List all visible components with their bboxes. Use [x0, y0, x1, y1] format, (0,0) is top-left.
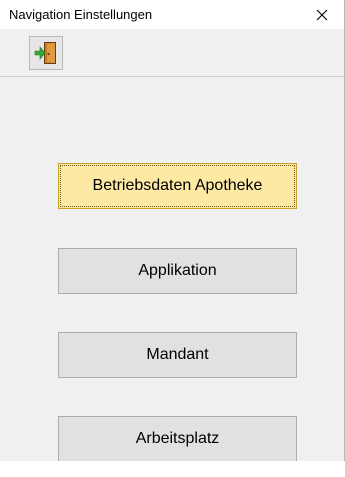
nav-button-arbeitsplatz[interactable]: Arbeitsplatz	[58, 416, 297, 462]
settings-window: Navigation Einstellungen Betriebsdaten A…	[0, 0, 345, 462]
title-bar: Navigation Einstellungen	[0, 0, 344, 29]
close-button[interactable]	[299, 0, 344, 29]
nav-button-betriebsdaten-apotheke[interactable]: Betriebsdaten Apotheke	[58, 163, 297, 209]
window-title: Navigation Einstellungen	[9, 7, 153, 22]
nav-button-label: Applikation	[138, 262, 217, 279]
close-icon	[316, 9, 327, 20]
nav-button-label: Arbeitsplatz	[135, 430, 220, 447]
background-strip	[0, 461, 345, 477]
nav-button-label: Betriebsdaten Apotheke	[92, 177, 263, 194]
nav-button-mandant[interactable]: Mandant	[58, 332, 297, 378]
nav-button-applikation[interactable]: Applikation	[58, 248, 297, 294]
exit-door-icon	[34, 42, 56, 64]
nav-button-label: Mandant	[146, 346, 209, 363]
exit-button[interactable]	[29, 36, 63, 70]
